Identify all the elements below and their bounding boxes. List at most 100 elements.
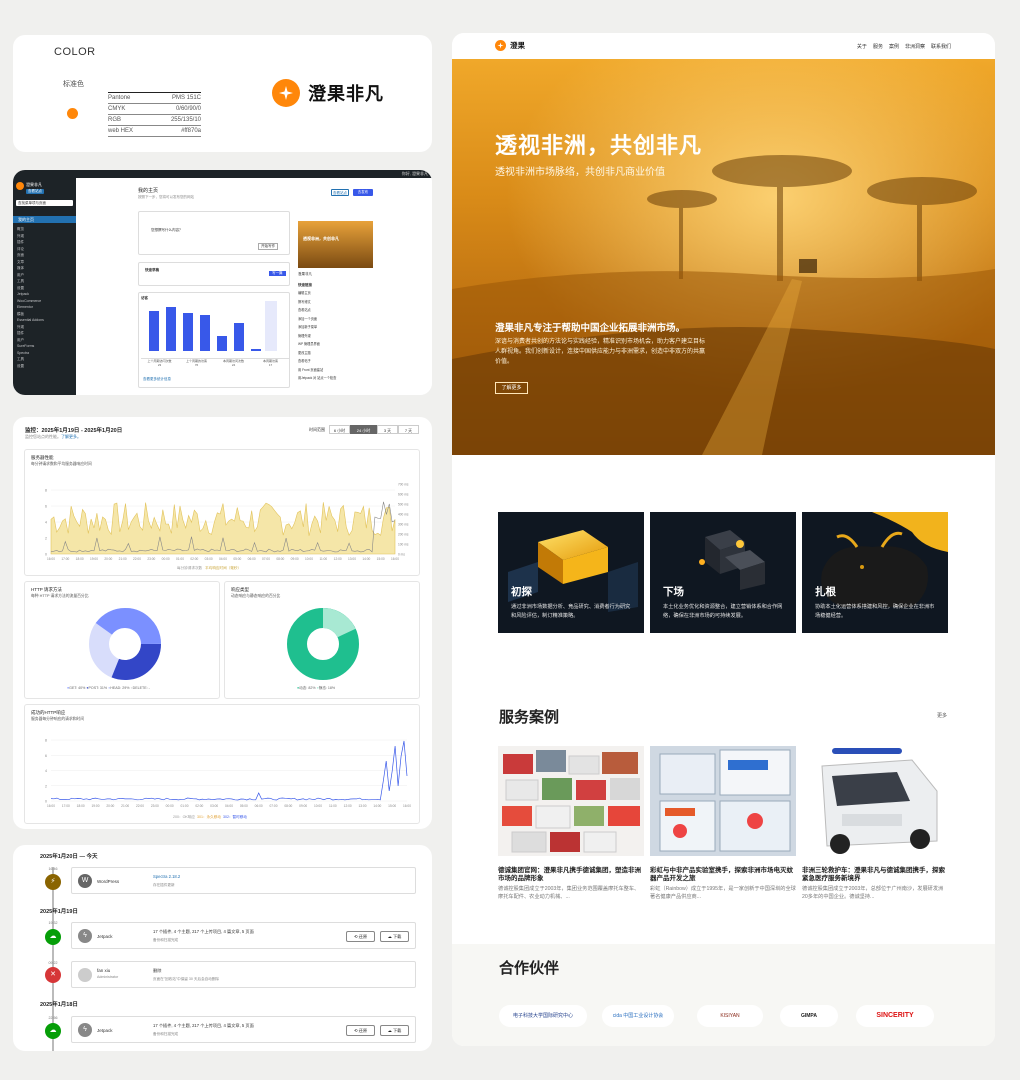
response-time-area[interactable] bbox=[50, 502, 396, 555]
quick-link[interactable]: 用Jetpack 对 站点一个检查 bbox=[298, 374, 336, 383]
quick-link[interactable]: 用 Front 页面建站 bbox=[298, 366, 336, 375]
sidebar-item[interactable]: Essential Addons bbox=[17, 317, 44, 324]
legend-301: 301：永久移动 bbox=[196, 815, 221, 819]
quick-link[interactable]: 查看站点 bbox=[298, 306, 336, 315]
http-legend: ●GET: 40% ●POST: 31% ●HEAD: 29% ●DELETE:… bbox=[67, 686, 150, 690]
nav-item[interactable]: 联系我们 bbox=[931, 43, 951, 50]
partner-logo-kisiyan[interactable]: KISIYAN bbox=[697, 1005, 763, 1027]
stat-value: 17 bbox=[268, 363, 273, 367]
view-site-button[interactable]: 查看站点 bbox=[26, 189, 44, 194]
stats-bar-current[interactable] bbox=[265, 301, 277, 351]
x-tick: 18:00 bbox=[76, 557, 84, 561]
x-tick: 10:00 bbox=[314, 804, 322, 808]
activity-entry[interactable]: fan xiu Administrator 删除 页面在"回收站"中保留 30 … bbox=[71, 961, 416, 988]
restore-label: 还原 bbox=[358, 1028, 368, 1033]
feature-card-enter[interactable]: 下场 本土化业务优化和资源整合，建立营销体系和合作网络，确保在非洲市场的可持续发… bbox=[650, 512, 796, 633]
resp-legend: ●动态: 82% ●静态: 18% bbox=[297, 686, 336, 690]
stat-value: 24 bbox=[231, 363, 236, 367]
y-tick: 2 bbox=[45, 537, 47, 541]
legend-200: 200：OK响应 bbox=[173, 815, 195, 819]
activity-entry[interactable]: ϟ Jetpack 17 个插件, 4 个主题, 217 个上传项目, 4 篇文… bbox=[71, 1016, 416, 1043]
monitoring-card: 监控：2025年1月19日 - 2025年1月20日 监控您站点的性能。了解更多… bbox=[13, 417, 432, 829]
sidebar-item[interactable]: 设置 bbox=[17, 363, 44, 370]
http-status-chart[interactable]: 8642016:00 17:00 18:00 19:00 20:00 21:00 22:00… bbox=[25, 705, 421, 825]
quick-link[interactable]: WP 管理员界面 bbox=[298, 340, 336, 349]
spec-row: CMYK 0/60/90/0 bbox=[108, 103, 201, 115]
quick-link[interactable]: 添加新子菜单 bbox=[298, 323, 336, 332]
site-logo[interactable]: 澄果 bbox=[495, 40, 525, 51]
stats-more-link[interactable]: 查看更多统计信息 bbox=[143, 377, 171, 382]
restore-button[interactable]: ⟲ 还原 bbox=[346, 1025, 375, 1036]
site-switcher[interactable]: 澄果非凡 查看站点 bbox=[16, 182, 73, 196]
feature-card-explore[interactable]: 初探 通过非洲市场数据分析、竞品研究、消费者行为研究和风险评估，制订精准策略。 bbox=[498, 512, 644, 633]
stats-bar[interactable] bbox=[183, 313, 193, 351]
menu-search-input[interactable]: 查找菜单项与页面 bbox=[16, 200, 73, 206]
publish-button[interactable]: 去发布 bbox=[353, 189, 373, 196]
entry-description[interactable]: Spectra 2.18.2 bbox=[153, 874, 180, 879]
day-heading: 2025年1月18日 bbox=[40, 1002, 78, 1008]
range-7d-button[interactable]: 7 天 bbox=[398, 425, 419, 434]
x-tick: 14:00 bbox=[362, 557, 370, 561]
view-site-button[interactable]: 查看站点 bbox=[331, 189, 349, 196]
case-card[interactable]: 非洲三轮救护车：澄果非凡与德诚集团携手，探索紧急医疗服务新境界 德诚控股集团成立… bbox=[802, 746, 948, 901]
stats-bar[interactable] bbox=[200, 315, 210, 351]
feature-card-root[interactable]: 扎根 协助本土化运营体系搭建和风控，确保企业在非洲市场稳健经营。 bbox=[802, 512, 948, 633]
restore-button[interactable]: ⟲ 还原 bbox=[346, 931, 375, 942]
quick-link[interactable]: 添加一个页面 bbox=[298, 315, 336, 324]
x-tick: 06:00 bbox=[255, 804, 263, 808]
user-avatar bbox=[78, 968, 92, 982]
site-preview-thumbnail[interactable]: 透视非洲，共创非凡 bbox=[298, 221, 373, 268]
response-type-donut[interactable] bbox=[283, 604, 363, 684]
partner-logo-cida[interactable]: cida 中国工业设计协会 bbox=[602, 1005, 674, 1027]
quick-link[interactable]: 更改主题 bbox=[298, 349, 336, 358]
stats-bar[interactable] bbox=[251, 349, 261, 351]
learn-more-button[interactable]: 了解更多 bbox=[495, 382, 528, 394]
monitor-subtitle: 监控您站点的性能。了解更多。 bbox=[25, 434, 81, 440]
write-prompt-panel: 您想撰写什么内容？ 开始写作 bbox=[138, 211, 290, 255]
nav-item[interactable]: 服务 bbox=[873, 43, 883, 50]
performance-chart[interactable]: 8 6 4 2 0 700 ms 600 ms 500 ms 400 ms 300 ms 200 m… bbox=[25, 450, 421, 577]
sidebar-item-my-home[interactable]: 我的主页 bbox=[13, 216, 76, 223]
cases-more-link[interactable]: 更多 bbox=[937, 712, 947, 719]
dashboard-main: 我的主页 按照下一步，您将可以发布您的网站 查看站点 去发布 您想撰写什么内容？… bbox=[76, 178, 432, 395]
case-card[interactable]: 德诚集团官网：澄果非凡携手德诚集团，塑造非洲市场的品牌形象 德诚控股集团成立于2… bbox=[498, 746, 644, 901]
status-legend: 200：OK响应 301：永久移动 302：暂时移动 bbox=[173, 815, 247, 820]
activity-entry[interactable]: W WordPress Spectra 2.18.2 存在插件更新 bbox=[71, 867, 416, 894]
quick-link[interactable]: 管理外观 bbox=[298, 332, 336, 341]
legend-post: POST: 31% bbox=[88, 686, 108, 690]
topbar-greeting[interactable]: 你好, 澄果非凡 bbox=[402, 171, 428, 177]
entry-time: 16:46 bbox=[48, 867, 58, 871]
download-button[interactable]: ☁ 下载 bbox=[380, 931, 409, 942]
trash-icon: ✕ bbox=[45, 967, 61, 983]
savanna-background-image bbox=[452, 59, 995, 455]
partner-logo-gimpa[interactable]: GIMPA bbox=[780, 1005, 838, 1027]
write-button[interactable]: 写一篇 bbox=[269, 271, 286, 276]
case-card[interactable]: 彩虹与中非产品实验室携手，探索非洲市场电灭蚊器产品开发之旅 彩虹（Rainbow… bbox=[650, 746, 796, 901]
nav-item[interactable]: 非洲洞察 bbox=[905, 43, 925, 50]
quick-link[interactable]: 编辑主页 bbox=[298, 289, 336, 298]
quick-link[interactable]: 查看帖子 bbox=[298, 357, 336, 366]
hero-intro-title: 澄果非凡专注于帮助中国企业拓展非洲市场。 bbox=[495, 323, 686, 334]
learn-more-link[interactable]: 了解更多。 bbox=[61, 434, 81, 439]
stats-bar[interactable] bbox=[166, 307, 176, 351]
nav-item[interactable]: 关于 bbox=[857, 43, 867, 50]
legend-delete: DELETE: - bbox=[132, 686, 150, 690]
x-tick: 07:00 bbox=[262, 557, 270, 561]
stats-bar[interactable] bbox=[234, 323, 244, 351]
case-desc: 彩虹（Rainbow）成立于1995年，是一家创新于中国深圳的全球著名健康产品供… bbox=[650, 886, 796, 900]
activity-entry[interactable]: ϟ Jetpack 17 个插件, 4 个主题, 217 个上传项目, 4 篇文… bbox=[71, 922, 416, 949]
range-24h-button[interactable]: 24 小时 bbox=[350, 425, 377, 434]
download-button[interactable]: ☁ 下载 bbox=[380, 1025, 409, 1036]
range-6h-button[interactable]: 6 小时 bbox=[329, 425, 350, 434]
nav-item[interactable]: 案例 bbox=[889, 43, 899, 50]
feature-title: 下场 bbox=[663, 586, 684, 598]
stats-bar[interactable] bbox=[149, 311, 159, 351]
prompt-text[interactable]: 您想撰写什么内容？ bbox=[151, 228, 183, 233]
range-3d-button[interactable]: 3 天 bbox=[377, 425, 398, 434]
partner-logo-sincerity[interactable]: SINCERITY bbox=[856, 1005, 934, 1027]
http-methods-donut[interactable] bbox=[85, 604, 165, 684]
start-writing-button[interactable]: 开始写作 bbox=[258, 243, 278, 250]
quick-link[interactable]: 撰写博文 bbox=[298, 298, 336, 307]
stats-bar[interactable] bbox=[217, 336, 227, 351]
partner-logo-uestc[interactable]: 电子科技大学国际研究中心 bbox=[499, 1005, 587, 1027]
